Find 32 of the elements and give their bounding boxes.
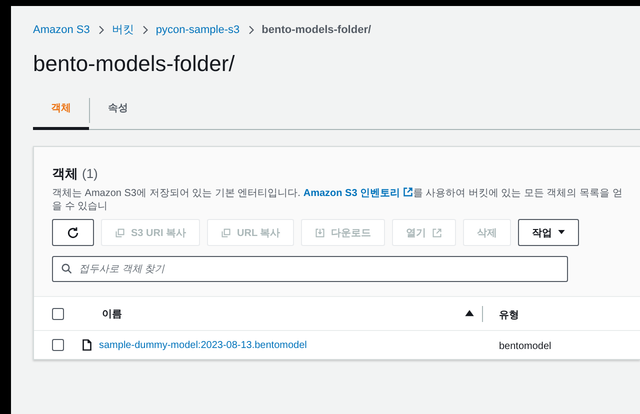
copy-icon xyxy=(115,228,125,238)
column-header[interactable]: 이름 xyxy=(102,306,122,320)
chevron-icon xyxy=(98,24,104,34)
copy-icon xyxy=(221,228,232,238)
breadcrumb-link[interactable]: 버킷 xyxy=(112,22,134,37)
inventory-link[interactable]: Amazon S3 인벤토리 xyxy=(303,188,413,199)
breadcrumb-link[interactable]: Amazon S3 xyxy=(33,24,90,36)
panel-heading: 객체 xyxy=(52,165,78,183)
page-title: bento-models-folder/ xyxy=(33,51,236,77)
sort-ascending-icon[interactable] xyxy=(465,310,474,317)
search-icon xyxy=(61,263,72,274)
refresh-button[interactable] xyxy=(52,219,94,246)
chevron-icon xyxy=(248,24,254,34)
external-link-icon xyxy=(402,187,413,197)
search-field[interactable]: 접두사로 객체 찾기 xyxy=(52,256,568,282)
download-icon xyxy=(315,228,326,238)
breadcrumb-link[interactable]: pycon-sample-s3 xyxy=(156,24,240,36)
select-all-checkbox[interactable] xyxy=(52,308,64,320)
tab[interactable]: 속성 xyxy=(90,91,146,130)
table-cell: bentomodel xyxy=(499,341,552,352)
refresh-icon xyxy=(66,226,80,240)
chevron-icon xyxy=(142,24,148,34)
caret-icon xyxy=(558,230,566,235)
description-text: 객체는 Amazon S3에 저장되어 있는 기본 엔터티입니다. Amazon S3 인벤토리 를 사용하여 버킷에 있는 모든 객체의 목록을 얻을 수 있습니 xyxy=(51,187,624,213)
breadcrumb-current: bento-models-folder/ xyxy=(262,24,372,36)
object-count: (1) xyxy=(82,166,98,181)
row-checkbox[interactable] xyxy=(52,339,64,351)
external-link-icon xyxy=(432,228,442,238)
object-name-link[interactable]: sample-dummy-model:2023-08-13.bentomodel xyxy=(99,340,307,350)
file-icon xyxy=(82,339,92,351)
column-header[interactable]: 유형 xyxy=(499,310,519,320)
actions-dropdown[interactable]: 작업 xyxy=(518,219,580,246)
